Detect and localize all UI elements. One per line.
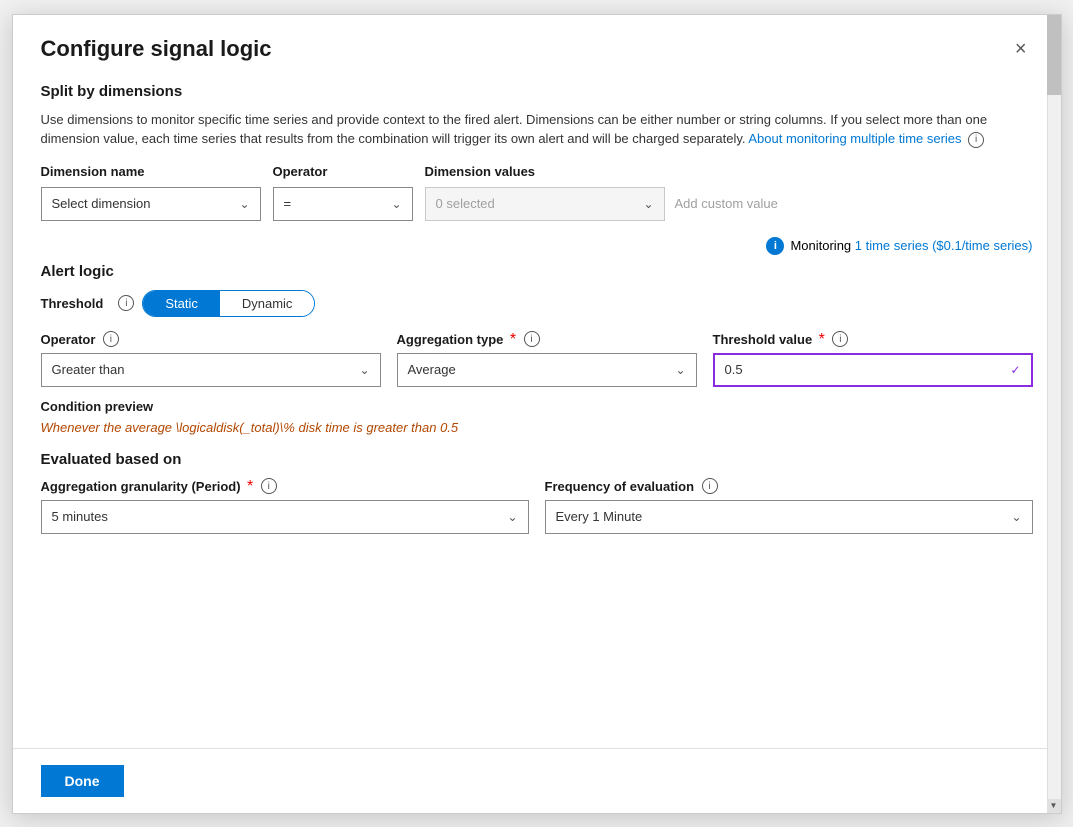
info-icon-dimensions[interactable]: i <box>968 132 984 148</box>
dialog-title: Configure signal logic <box>41 36 272 62</box>
dimension-name-value: Select dimension <box>52 196 151 211</box>
aggregation-granularity-label-row: Aggregation granularity (Period) * i <box>41 478 529 496</box>
dimension-name-col-label: Dimension name <box>41 164 145 179</box>
dimension-values-chevron: ⌄ <box>643 197 653 211</box>
evaluated-fields-row: Aggregation granularity (Period) * i 5 m… <box>41 478 1033 534</box>
aggregation-type-chevron: ⌄ <box>675 363 685 377</box>
condition-preview-text: Whenever the average \logicaldisk(_total… <box>41 420 1033 435</box>
static-toggle-button[interactable]: Static <box>143 291 220 316</box>
aggregation-granularity-field-group: Aggregation granularity (Period) * i 5 m… <box>41 478 529 534</box>
threshold-value-info-icon[interactable]: i <box>832 331 848 347</box>
scrollbar-thumb[interactable] <box>1047 15 1061 95</box>
threshold-value-dropdown[interactable]: 0.5 ✓ <box>713 353 1033 387</box>
threshold-value-input: 0.5 <box>725 362 743 377</box>
evaluated-based-on-section: Evaluated based on Aggregation granulari… <box>41 451 1033 534</box>
aggregation-type-label-row: Aggregation type * i <box>397 331 697 349</box>
dimension-values-group: 0 selected ⌄ Add custom value <box>425 187 788 221</box>
frequency-chevron: ⌄ <box>1011 510 1021 524</box>
aggregation-type-field-group: Aggregation type * i Average ⌄ <box>397 331 697 387</box>
operator-dropdown-wrapper: = ⌄ <box>273 187 413 221</box>
threshold-toggle-group: Static Dynamic <box>142 290 315 317</box>
monitoring-multiple-series-link[interactable]: About monitoring multiple time series <box>748 131 961 146</box>
split-by-dimensions-title: Split by dimensions <box>41 83 1033 100</box>
operator-col-label: Operator <box>273 164 328 179</box>
condition-preview-section: Condition preview Whenever the average \… <box>41 399 1033 435</box>
dimension-input-row: Select dimension ⌄ = ⌄ 0 selected ⌄ Add <box>41 187 1033 221</box>
frequency-label: Frequency of evaluation <box>545 479 695 494</box>
aggregation-type-required: * <box>510 331 516 348</box>
dimension-values-dropdown[interactable]: 0 selected ⌄ <box>425 187 665 221</box>
aggregation-type-value: Average <box>408 362 456 377</box>
monitoring-info-text: Monitoring 1 time series ($0.1/time seri… <box>790 238 1032 253</box>
operator-field-info-icon[interactable]: i <box>103 331 119 347</box>
threshold-value-field-group: Threshold value * i 0.5 ✓ <box>713 331 1033 387</box>
evaluated-based-on-title: Evaluated based on <box>41 451 1033 468</box>
dimension-name-dropdown[interactable]: Select dimension ⌄ <box>41 187 261 221</box>
operator-field-group: Operator i Greater than ⌄ <box>41 331 381 387</box>
dimension-name-chevron: ⌄ <box>239 197 249 211</box>
frequency-label-row: Frequency of evaluation i <box>545 478 1033 496</box>
alert-logic-title: Alert logic <box>41 263 1033 280</box>
dynamic-toggle-button[interactable]: Dynamic <box>220 291 315 316</box>
monitoring-info-row: i Monitoring 1 time series ($0.1/time se… <box>41 237 1033 255</box>
frequency-dropdown[interactable]: Every 1 Minute ⌄ <box>545 500 1033 534</box>
dimensions-info-text: Use dimensions to monitor specific time … <box>41 110 1033 149</box>
aggregation-granularity-label: Aggregation granularity (Period) <box>41 479 241 494</box>
threshold-value-field-label: Threshold value <box>713 332 813 347</box>
aggregation-granularity-dropdown[interactable]: 5 minutes ⌄ <box>41 500 529 534</box>
add-custom-value-button[interactable]: Add custom value <box>665 190 788 217</box>
dialog-body: Split by dimensions Use dimensions to mo… <box>13 79 1061 748</box>
aggregation-type-info-icon[interactable]: i <box>524 331 540 347</box>
operator-value: = <box>284 196 292 211</box>
alert-operator-chevron: ⌄ <box>359 363 369 377</box>
aggregation-granularity-chevron: ⌄ <box>507 510 517 524</box>
threshold-value-label-row: Threshold value * i <box>713 331 1033 349</box>
frequency-info-icon[interactable]: i <box>702 478 718 494</box>
operator-chevron: ⌄ <box>391 197 401 211</box>
condition-preview-label: Condition preview <box>41 399 1033 414</box>
threshold-row: Threshold i Static Dynamic <box>41 290 1033 317</box>
dimension-values-value: 0 selected <box>436 196 495 211</box>
dimension-values-col-label: Dimension values <box>425 164 536 179</box>
dimension-name-dropdown-wrapper: Select dimension ⌄ <box>41 187 261 221</box>
alert-operator-value: Greater than <box>52 362 125 377</box>
operator-field-label: Operator <box>41 332 96 347</box>
alert-logic-fields-row: Operator i Greater than ⌄ Aggregation ty… <box>41 331 1033 387</box>
aggregation-granularity-info-icon[interactable]: i <box>261 478 277 494</box>
operator-dropdown[interactable]: = ⌄ <box>273 187 413 221</box>
aggregation-type-dropdown[interactable]: Average ⌄ <box>397 353 697 387</box>
aggregation-granularity-required: * <box>247 478 253 495</box>
aggregation-type-field-label: Aggregation type <box>397 332 504 347</box>
frequency-field-group: Frequency of evaluation i Every 1 Minute… <box>545 478 1033 534</box>
alert-operator-dropdown[interactable]: Greater than ⌄ <box>41 353 381 387</box>
configure-signal-logic-dialog: ▲ ▼ Configure signal logic × Split by di… <box>12 14 1062 814</box>
done-button[interactable]: Done <box>41 765 124 797</box>
threshold-value-check: ✓ <box>1010 363 1020 377</box>
scrollbar-track[interactable]: ▲ ▼ <box>1047 15 1061 813</box>
operator-field-label-row: Operator i <box>41 331 381 349</box>
threshold-info-icon[interactable]: i <box>118 295 134 311</box>
split-by-dimensions-section: Split by dimensions Use dimensions to mo… <box>41 83 1033 221</box>
dialog-header: Configure signal logic × <box>13 15 1061 79</box>
threshold-value-required: * <box>819 331 825 348</box>
dialog-footer: Done <box>13 748 1061 813</box>
aggregation-granularity-value: 5 minutes <box>52 509 108 524</box>
monitoring-time-series-link[interactable]: 1 time series ($0.1/time series) <box>855 238 1033 253</box>
close-button[interactable]: × <box>1009 35 1033 63</box>
alert-logic-section: Alert logic Threshold i Static Dynamic O… <box>41 263 1033 435</box>
threshold-label: Threshold <box>41 296 104 311</box>
scrollbar-arrow-down[interactable]: ▼ <box>1047 799 1061 813</box>
frequency-value: Every 1 Minute <box>556 509 643 524</box>
dimension-columns-header: Dimension name Operator Dimension values <box>41 163 1033 181</box>
monitoring-info-icon: i <box>766 237 784 255</box>
